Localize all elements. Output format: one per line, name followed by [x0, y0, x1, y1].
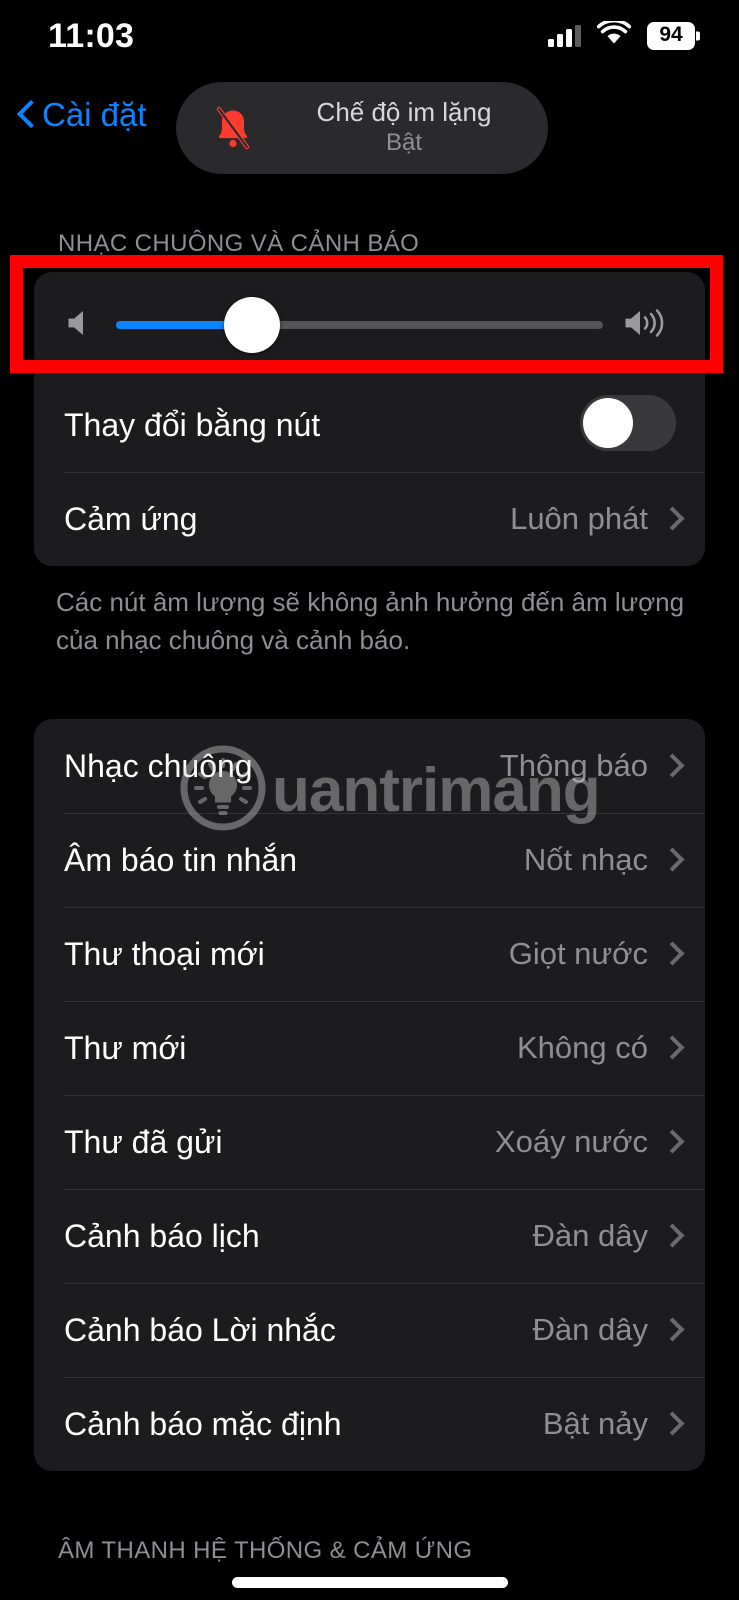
wifi-icon: [596, 18, 632, 51]
row-label: Thay đổi bằng nút: [64, 406, 321, 443]
row-reminder-alerts[interactable]: Cảnh báo Lời nhắc Đàn dây: [34, 1283, 705, 1377]
ringer-volume-slider-row[interactable]: [34, 272, 705, 378]
row-sent-mail[interactable]: Thư đã gửi Xoáy nước: [34, 1095, 705, 1189]
row-value: Luôn phát: [510, 501, 648, 536]
back-button[interactable]: Cài đặt: [18, 96, 147, 134]
navigation-bar: Cài đặt Chế độ im lặng Bật: [0, 82, 739, 174]
row-value: Bật nảy: [542, 1406, 648, 1442]
row-value: Nốt nhạc: [523, 842, 648, 878]
silent-mode-title: Chế độ im lặng: [316, 97, 492, 128]
row-label: Thư đã gửi: [64, 1123, 223, 1160]
bell-slash-icon: [210, 105, 256, 151]
home-indicator[interactable]: [231, 1577, 508, 1588]
row-value: Đàn dây: [532, 1218, 648, 1254]
ringer-footer-note: Các nút âm lượng sẽ không ảnh hưởng đến …: [56, 587, 685, 655]
row-label: Cảnh báo lịch: [64, 1217, 260, 1254]
chevron-right-icon: [664, 1225, 677, 1247]
status-bar: 11:03 94: [0, 0, 739, 72]
row-value: Thông báo: [499, 748, 648, 784]
chevron-right-icon: [664, 1413, 677, 1435]
chevron-right-icon: [664, 943, 677, 965]
row-value: Đàn dây: [532, 1312, 648, 1348]
ringer-settings-card: Thay đổi bằng nút Cảm ứng Luôn phát: [34, 272, 705, 566]
chevron-left-icon: [18, 100, 36, 130]
chevron-right-icon: [664, 849, 677, 871]
row-value: Không có: [517, 1030, 648, 1066]
status-bar-clock: 11:03: [48, 16, 135, 55]
row-new-voicemail[interactable]: Thư thoại mới Giọt nước: [34, 907, 705, 1001]
silent-mode-texts: Chế độ im lặng Bật: [260, 97, 548, 158]
back-button-label: Cài đặt: [42, 96, 147, 133]
status-bar-indicators: 94: [548, 18, 695, 51]
change-with-buttons-toggle[interactable]: [579, 394, 677, 457]
volume-slider-thumb[interactable]: [224, 297, 281, 353]
section-header-ringer: NHẠC CHUÔNG VÀ CẢNH BÁO: [58, 230, 420, 257]
volume-track-area[interactable]: [116, 297, 603, 353]
row-ringtone[interactable]: Nhạc chuông Thông báo: [34, 719, 705, 813]
speaker-low-icon: [64, 306, 98, 345]
row-new-mail[interactable]: Thư mới Không có: [34, 1001, 705, 1095]
sounds-card: Nhạc chuông Thông báo Âm báo tin nhắn Nố…: [34, 719, 705, 1472]
row-value: Xoáy nước: [494, 1124, 648, 1160]
row-default-alerts[interactable]: Cảnh báo mặc định Bật nảy: [34, 1377, 705, 1471]
chevron-right-icon: [664, 755, 677, 777]
row-value-group: Luôn phát: [510, 501, 677, 537]
row-value: Giọt nước: [508, 936, 648, 972]
row-label: Nhạc chuông: [64, 747, 253, 784]
silent-mode-pill: Chế độ im lặng Bật: [176, 82, 548, 174]
row-label: Cảnh báo Lời nhắc: [64, 1311, 336, 1348]
row-text-tone[interactable]: Âm báo tin nhắn Nốt nhạc: [34, 813, 705, 907]
settings-content: NHẠC CHUÔNG VÀ CẢNH BÁO Thay đổi bằng nú…: [0, 168, 739, 1600]
chevron-right-icon: [664, 508, 677, 530]
section-header-system-sounds: ÂM THANH HỆ THỐNG & CẢM ỨNG: [58, 1537, 473, 1565]
battery-icon: 94: [647, 22, 695, 50]
row-calendar-alerts[interactable]: Cảnh báo lịch Đàn dây: [34, 1189, 705, 1283]
row-label: Thư mới: [64, 1029, 187, 1066]
row-label: Thư thoại mới: [64, 935, 265, 972]
cellular-bars-icon: [548, 25, 581, 47]
row-haptics[interactable]: Cảm ứng Luôn phát: [34, 472, 705, 566]
row-change-with-buttons[interactable]: Thay đổi bằng nút: [34, 378, 705, 472]
row-label: Cảnh báo mặc định: [64, 1405, 342, 1442]
speaker-high-icon: [621, 306, 675, 345]
chevron-right-icon: [664, 1319, 677, 1341]
row-label: Âm báo tin nhắn: [64, 841, 298, 878]
volume-track[interactable]: [116, 297, 603, 353]
chevron-right-icon: [664, 1037, 677, 1059]
iphone-screen: 11:03 94 Cài đặt Chế độ im lặng Bật NHẠC…: [0, 0, 739, 1600]
row-label: Cảm ứng: [64, 500, 198, 537]
silent-mode-state: Bật: [385, 128, 423, 156]
chevron-right-icon: [664, 1131, 677, 1153]
